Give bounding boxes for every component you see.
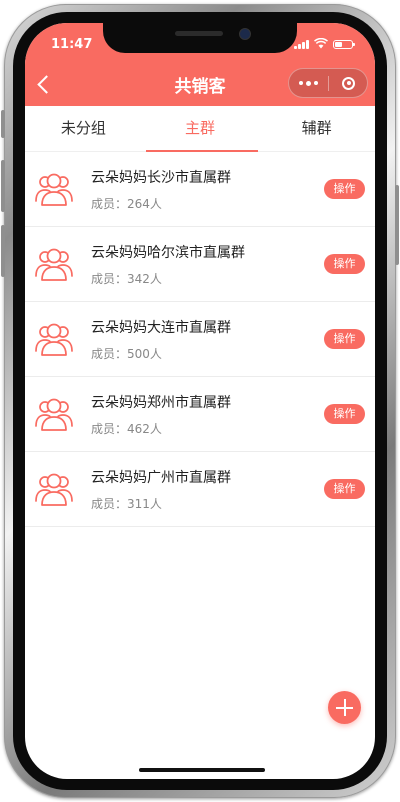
group-name: 云朵妈妈哈尔滨市直属群 xyxy=(91,245,245,261)
action-button[interactable]: 操作 xyxy=(324,404,365,424)
target-circle-icon xyxy=(342,76,355,90)
list-item[interactable]: 云朵妈妈长沙市直属群 成员：264人 操作 xyxy=(25,152,375,227)
tab-bar: 未分组 主群 辅群 xyxy=(25,106,375,152)
signal-icon xyxy=(294,39,309,49)
power-button xyxy=(395,185,399,265)
group-member-count: 成员：311人 xyxy=(91,497,162,511)
notch xyxy=(103,23,297,53)
screen: 11:47 共销客 未分组 主群 辅群 云朵妈妈长沙市直属群 成员：264人 操… xyxy=(25,23,375,779)
group-name: 云朵妈妈长沙市直属群 xyxy=(91,170,231,186)
action-button[interactable]: 操作 xyxy=(324,479,365,499)
action-button[interactable]: 操作 xyxy=(324,254,365,274)
battery-icon xyxy=(333,40,355,49)
group-member-count: 成员：500人 xyxy=(91,347,162,361)
group-name: 云朵妈妈郑州市直属群 xyxy=(91,395,231,411)
action-button[interactable]: 操作 xyxy=(324,179,365,199)
list-item[interactable]: 云朵妈妈郑州市直属群 成员：462人 操作 xyxy=(25,377,375,452)
list-item[interactable]: 云朵妈妈广州市直属群 成员：311人 操作 xyxy=(25,452,375,527)
group-name: 云朵妈妈广州市直属群 xyxy=(91,470,231,486)
group-people-icon xyxy=(35,473,73,506)
group-people-icon xyxy=(35,398,73,431)
speaker xyxy=(175,31,223,36)
more-button[interactable] xyxy=(289,69,328,97)
status-icons xyxy=(294,38,355,49)
volume-up-button xyxy=(1,160,5,212)
front-camera xyxy=(239,28,251,40)
action-button[interactable]: 操作 xyxy=(324,329,365,349)
group-member-count: 成员：342人 xyxy=(91,272,162,286)
close-button[interactable] xyxy=(329,69,368,97)
mute-switch xyxy=(1,110,5,138)
tab-main-group[interactable]: 主群 xyxy=(142,106,259,152)
add-group-button[interactable] xyxy=(328,691,361,724)
group-people-icon xyxy=(35,323,73,356)
group-member-count: 成员：462人 xyxy=(91,422,162,436)
tab-secondary-group[interactable]: 辅群 xyxy=(258,106,375,151)
group-people-icon xyxy=(35,173,73,206)
wifi-icon xyxy=(314,38,328,49)
status-time: 11:47 xyxy=(51,37,93,52)
volume-down-button xyxy=(1,225,5,277)
group-list: 云朵妈妈长沙市直属群 成员：264人 操作 云朵妈妈哈尔滨市直属群 成员：342… xyxy=(25,152,375,527)
list-item[interactable]: 云朵妈妈哈尔滨市直属群 成员：342人 操作 xyxy=(25,227,375,302)
home-indicator xyxy=(139,768,265,772)
tab-ungrouped[interactable]: 未分组 xyxy=(25,106,142,151)
more-dots-icon xyxy=(299,81,303,85)
list-item[interactable]: 云朵妈妈大连市直属群 成员：500人 操作 xyxy=(25,302,375,377)
group-name: 云朵妈妈大连市直属群 xyxy=(91,320,231,336)
mini-program-capsule xyxy=(288,68,368,98)
group-people-icon xyxy=(35,248,73,281)
group-member-count: 成员：264人 xyxy=(91,197,162,211)
